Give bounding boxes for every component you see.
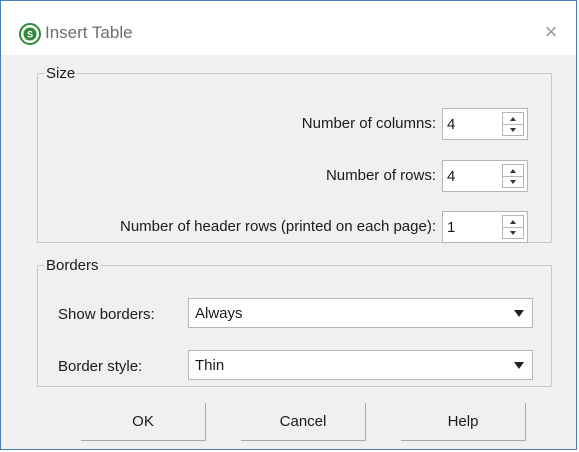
size-legend: Size [46, 65, 76, 82]
header-rows-spin-arrows [502, 215, 524, 239]
columns-value[interactable]: 4 [447, 116, 455, 133]
columns-decrement-button[interactable] [503, 124, 523, 135]
dialog-title: Insert Table [45, 23, 133, 42]
rows-label: Number of rows: [325, 167, 436, 184]
cancel-button[interactable]: Cancel [241, 403, 366, 441]
app-logo-icon: S [19, 23, 41, 45]
header-rows-value[interactable]: 1 [447, 219, 455, 236]
insert-table-dialog: S Insert Table × Size Number of columns:… [0, 0, 577, 450]
chevron-down-icon [510, 127, 516, 132]
close-icon: × [544, 19, 558, 44]
title-bar[interactable]: S Insert Table × [1, 1, 576, 55]
columns-spinbox[interactable]: 4 [442, 108, 528, 140]
svg-text:S: S [27, 30, 33, 40]
borders-group: Borders Show borders: Always Border styl… [37, 257, 552, 387]
chevron-up-icon [510, 168, 516, 173]
chevron-down-icon [510, 230, 516, 235]
columns-spin-arrows [502, 112, 524, 136]
show-borders-select[interactable]: Always [188, 298, 533, 328]
close-button[interactable]: × [536, 17, 566, 47]
borders-legend: Borders [46, 257, 99, 274]
rows-value[interactable]: 4 [447, 168, 455, 185]
chevron-up-icon [510, 116, 516, 121]
size-group: Size Number of columns: 4 Number of rows… [37, 65, 552, 243]
chevron-up-icon [510, 219, 516, 224]
show-borders-label: Show borders: [58, 306, 155, 323]
rows-spinbox[interactable]: 4 [442, 160, 528, 192]
dialog-body: Size Number of columns: 4 Number of rows… [1, 55, 576, 449]
border-style-select[interactable]: Thin [188, 350, 533, 380]
dropdown-arrow-icon[interactable] [514, 310, 524, 317]
help-button[interactable]: Help [401, 403, 526, 441]
rows-spin-arrows [502, 164, 524, 188]
header-rows-label: Number of header rows (printed on each p… [119, 218, 436, 235]
show-borders-value: Always [195, 305, 243, 322]
border-style-value: Thin [195, 357, 225, 374]
columns-label: Number of columns: [301, 115, 436, 132]
header-rows-spinbox[interactable]: 1 [442, 211, 528, 243]
border-style-label: Border style: [58, 358, 143, 375]
chevron-down-icon [510, 179, 516, 184]
dropdown-arrow-icon[interactable] [514, 362, 524, 369]
rows-decrement-button[interactable] [503, 176, 523, 187]
ok-button[interactable]: OK [81, 403, 206, 441]
header-rows-decrement-button[interactable] [503, 227, 523, 238]
